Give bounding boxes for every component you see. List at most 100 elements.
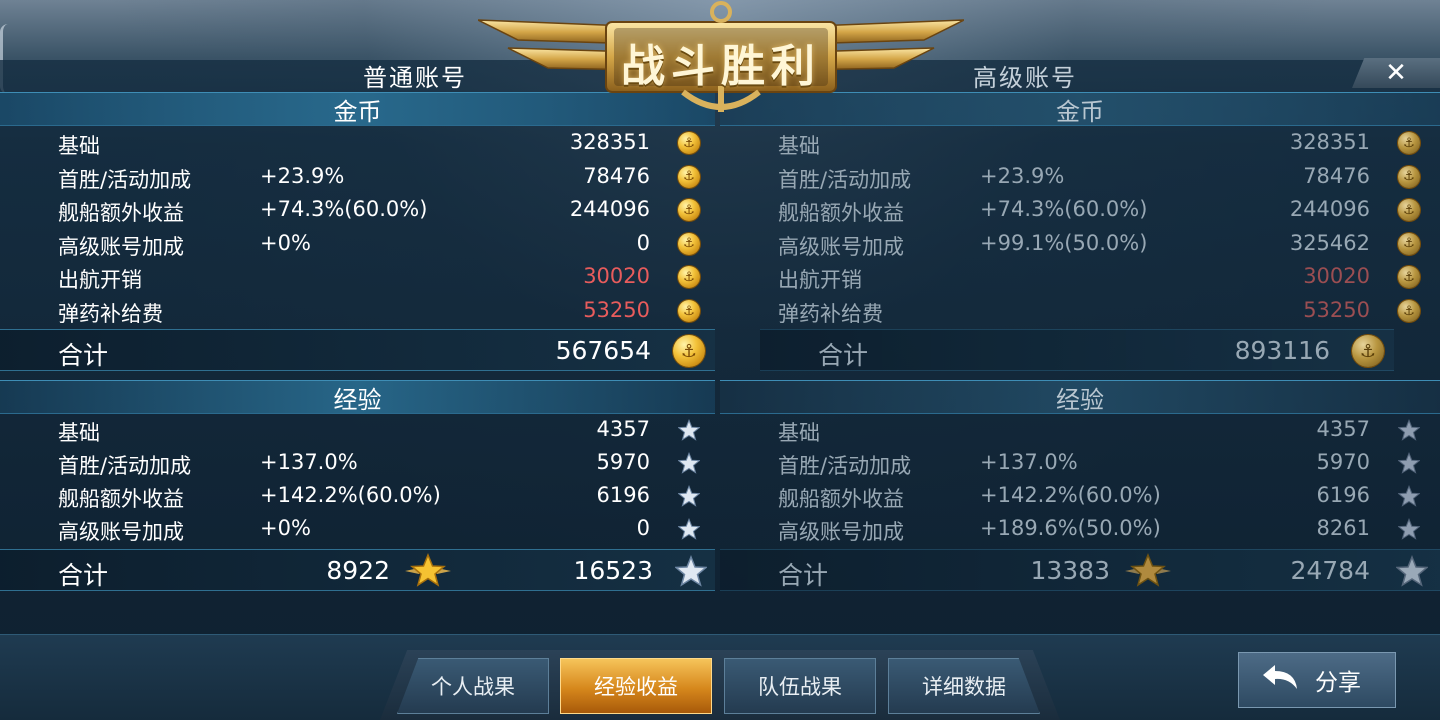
row-bonus-percent: +23.9% xyxy=(980,163,1065,188)
row-bonus-percent: +189.6%(50.0%) xyxy=(980,516,1161,540)
row-value: 78476 xyxy=(583,163,650,188)
row-label: 舰船额外收益 xyxy=(58,201,184,226)
row-value: 53250 xyxy=(1303,298,1370,322)
row-label: 舰船额外收益 xyxy=(778,487,904,511)
gold-coin-icon: ⚓ xyxy=(1352,335,1384,367)
left-ship-exp-value: 16523 xyxy=(573,556,653,585)
left-gold-row: 出航开销 30020 ⚓ xyxy=(58,260,710,292)
gold-coin-icon: ⚓ xyxy=(678,165,700,188)
row-bonus-percent: +0% xyxy=(260,516,311,540)
left-exp-row: 基础 4357 xyxy=(58,413,710,445)
gold-coin-icon: ⚓ xyxy=(673,335,705,367)
gold-star-icon xyxy=(1125,553,1171,595)
row-label: 首胜/活动加成 xyxy=(778,454,912,478)
left-exp-row: 高级账号加成 +0% 0 xyxy=(58,512,710,544)
right-exp-row: 高级账号加成 +189.6%(50.0%) 8261 xyxy=(778,512,1430,544)
row-label: 基础 xyxy=(58,134,100,158)
row-value: 6196 xyxy=(1316,483,1370,507)
row-label: 首胜/活动加成 xyxy=(778,167,912,192)
right-exp-header: 经验 xyxy=(720,380,1440,414)
silver-star-icon xyxy=(1398,452,1420,474)
row-label: 高级账号加成 xyxy=(778,520,904,544)
row-value: 6196 xyxy=(596,483,650,507)
right-gold-row: 高级账号加成 +99.1%(50.0%) 325462 ⚓ xyxy=(778,227,1430,259)
close-button[interactable]: ✕ xyxy=(1352,58,1440,88)
right-exp-total-row: 合计 13383 24784 xyxy=(720,549,1440,591)
gold-coin-icon: ⚓ xyxy=(1398,199,1420,222)
left-exp-header: 经验 xyxy=(0,380,715,414)
left-exp-row: 首胜/活动加成 +137.0% 5970 xyxy=(58,446,710,478)
row-value: 8261 xyxy=(1316,516,1370,540)
row-bonus-percent: +0% xyxy=(260,230,311,255)
silver-star-icon xyxy=(678,452,700,474)
total-label: 合计 xyxy=(778,561,829,590)
silver-star-icon xyxy=(674,554,708,593)
silver-star-icon xyxy=(1398,419,1420,441)
gold-star-icon xyxy=(405,553,451,595)
row-value: 244096 xyxy=(1289,197,1370,222)
row-label: 基础 xyxy=(58,421,100,445)
left-gold-row: 首胜/活动加成 +23.9% 78476 ⚓ xyxy=(58,160,710,192)
gold-coin-icon: ⚓ xyxy=(1398,165,1420,188)
right-ship-exp-value: 24784 xyxy=(1290,556,1370,585)
row-value: 325462 xyxy=(1289,230,1370,255)
gold-coin-icon: ⚓ xyxy=(1398,266,1420,289)
row-value: 78476 xyxy=(1303,163,1370,188)
row-value: 5970 xyxy=(1316,450,1370,474)
tab-team-results[interactable]: 队伍战果 xyxy=(724,658,876,714)
row-value: 53250 xyxy=(583,298,650,322)
left-exp-total-row: 合计 8922 16523 xyxy=(0,549,715,591)
row-label: 弹药补给费 xyxy=(778,302,883,326)
gold-coin-icon: ⚓ xyxy=(678,266,700,289)
share-button[interactable]: 分享 xyxy=(1238,652,1396,708)
gold-coin-icon: ⚓ xyxy=(678,199,700,222)
left-gold-row: 基础 328351 ⚓ xyxy=(58,126,710,158)
row-bonus-percent: +74.3%(60.0%) xyxy=(980,197,1148,222)
row-label: 舰船额外收益 xyxy=(58,487,184,511)
row-value: 0 xyxy=(636,230,650,255)
row-label: 首胜/活动加成 xyxy=(58,454,192,478)
share-label: 分享 xyxy=(1315,670,1361,696)
silver-star-icon xyxy=(678,485,700,507)
row-bonus-percent: +74.3%(60.0%) xyxy=(260,197,428,222)
tab-label: 队伍战果 xyxy=(758,675,842,699)
row-bonus-percent: +137.0% xyxy=(260,450,358,474)
total-label: 合计 xyxy=(58,341,109,370)
gold-coin-icon: ⚓ xyxy=(1398,232,1420,255)
row-bonus-percent: +137.0% xyxy=(980,450,1078,474)
tab-personal-results[interactable]: 个人战果 xyxy=(397,658,549,714)
silver-star-icon xyxy=(678,518,700,540)
gold-coin-icon: ⚓ xyxy=(1398,300,1420,322)
right-gold-total-row: 合计 893116 ⚓ xyxy=(760,329,1394,371)
left-gold-row: 弹药补给费 53250 ⚓ xyxy=(58,294,710,326)
close-icon: ✕ xyxy=(1385,58,1407,88)
row-label: 基础 xyxy=(778,421,820,445)
tab-exp-earnings[interactable]: 经验收益 xyxy=(560,658,712,714)
row-value: 328351 xyxy=(569,130,650,154)
tab-detailed-data[interactable]: 详细数据 xyxy=(888,658,1040,714)
gold-coin-icon: ⚓ xyxy=(1398,132,1420,154)
row-value: 0 xyxy=(636,516,650,540)
row-label: 出航开销 xyxy=(778,268,862,293)
left-gold-row: 舰船额外收益 +74.3%(60.0%) 244096 ⚓ xyxy=(58,193,710,225)
gold-coin-icon: ⚓ xyxy=(678,232,700,255)
return-arrow-icon xyxy=(1261,661,1301,699)
row-label: 出航开销 xyxy=(58,268,142,293)
left-exp-row: 舰船额外收益 +142.2%(60.0%) 6196 xyxy=(58,479,710,511)
victory-title: 战斗胜利 xyxy=(621,41,821,92)
right-exp-row: 基础 4357 xyxy=(778,413,1430,445)
row-bonus-percent: +142.2%(60.0%) xyxy=(980,483,1161,507)
row-bonus-percent: +142.2%(60.0%) xyxy=(260,483,441,507)
right-captain-exp-value: 13383 xyxy=(1030,556,1110,585)
total-label: 合计 xyxy=(58,561,109,590)
right-gold-total-value: 893116 xyxy=(1234,336,1330,365)
silver-star-icon xyxy=(678,419,700,441)
row-value: 328351 xyxy=(1289,130,1370,154)
row-bonus-percent: +99.1%(50.0%) xyxy=(980,230,1148,255)
row-value: 5970 xyxy=(596,450,650,474)
silver-star-icon xyxy=(1398,485,1420,507)
silver-star-icon xyxy=(1395,554,1429,593)
row-label: 高级账号加成 xyxy=(778,234,904,259)
right-exp-row: 舰船额外收益 +142.2%(60.0%) 6196 xyxy=(778,479,1430,511)
left-gold-row: 高级账号加成 +0% 0 ⚓ xyxy=(58,227,710,259)
